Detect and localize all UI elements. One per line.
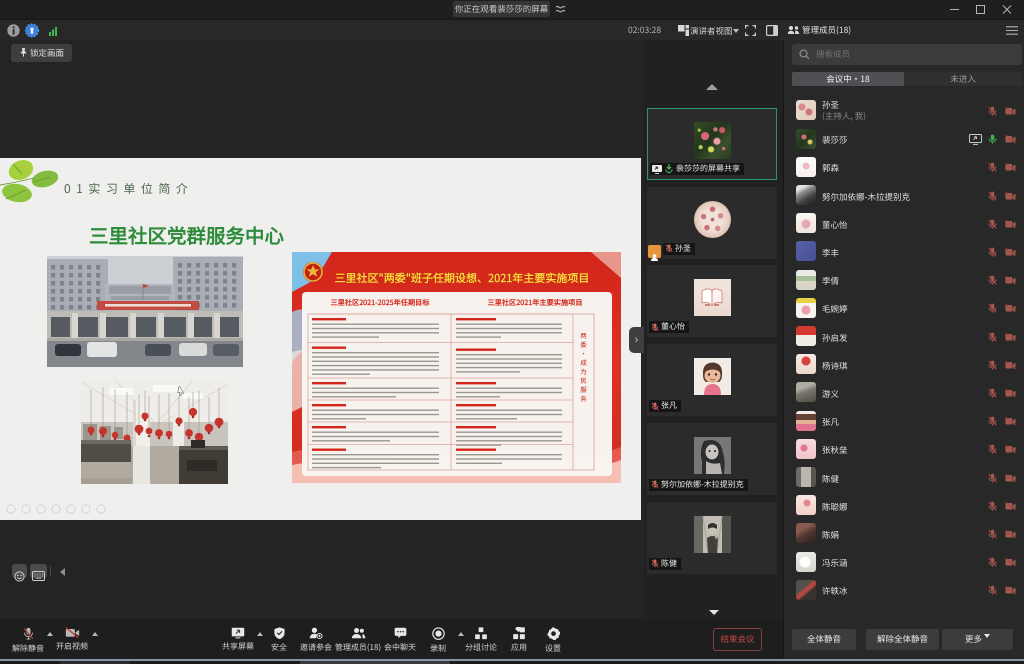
svg-text:三里社区"两委"班子任期设想、2021年主要实施项目: 三里社区"两委"班子任期设想、2021年主要实施项目 [335, 270, 590, 286]
svg-text:务: 务 [580, 393, 587, 403]
svg-text:三里社区2021-2025年任期目标: 三里社区2021-2025年任期目标 [330, 298, 430, 308]
svg-text:三里社区2021年主要实施项目: 三里社区2021年主要实施项目 [487, 298, 582, 308]
